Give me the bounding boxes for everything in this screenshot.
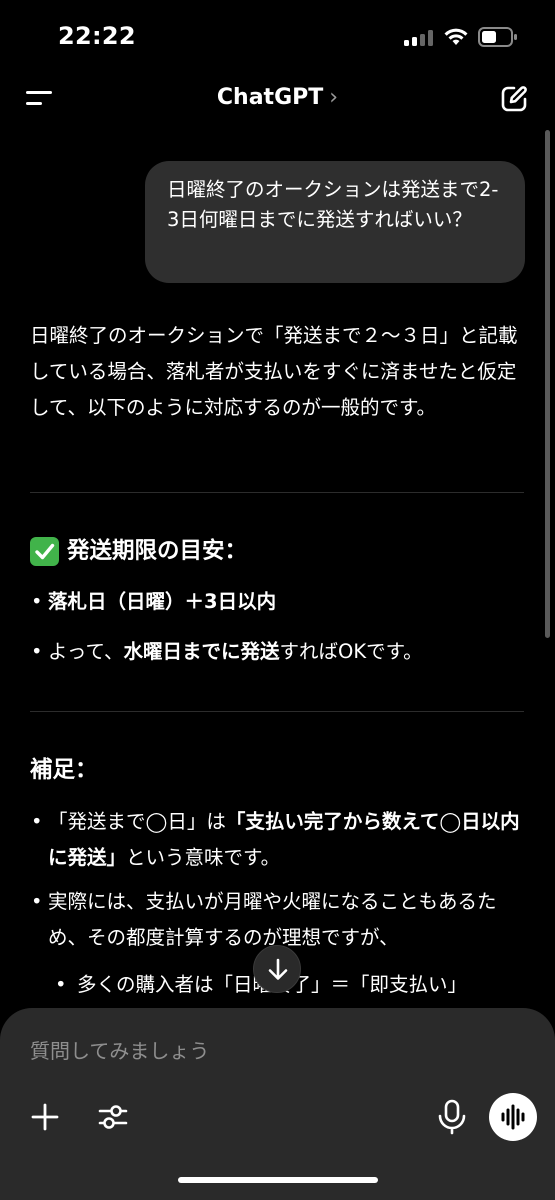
bullet-text-bold: 水曜日までに発送 (123, 640, 280, 663)
nav-bar: ChatGPT › (0, 75, 555, 125)
model-selector[interactable]: ChatGPT › (0, 85, 555, 110)
bullet-text-post: すればOKです。 (279, 640, 423, 663)
section-heading-text: 発送期限の目安： (67, 538, 248, 564)
check-icon (30, 536, 59, 566)
bullet-text: 実際には、支払いが月曜や火曜になることもあるため、その都度計算するのが理想ですが… (48, 890, 497, 949)
wifi-icon (443, 26, 469, 46)
tools-icon[interactable] (96, 1100, 130, 1134)
arrow-down-icon (268, 958, 288, 980)
list-item: • 落札日（日曜）＋3日以内 (30, 584, 530, 620)
divider (30, 492, 524, 493)
assistant-intro: 日曜終了のオークションで「発送まで２〜３日」と記載している場合、落札者が支払いを… (30, 324, 518, 419)
bullet-dot: • (31, 810, 43, 833)
voice-mode-button[interactable] (489, 1093, 537, 1141)
bullet-dot: • (55, 973, 67, 996)
section-heading-text: 補足： (30, 757, 98, 783)
bullet-dot: • (31, 890, 43, 913)
user-message-bubble: 日曜終了のオークションは発送まで2-3日何曜日までに発送すればいい？ (145, 161, 525, 283)
list-item: • 「発送まで◯日」は「支払い完了から数えて◯日以内に発送」という意味です。 (30, 804, 530, 876)
plus-icon[interactable] (28, 1100, 62, 1134)
compose-icon[interactable] (499, 84, 529, 114)
section-heading-deadline: 発送期限の目安： (30, 533, 247, 569)
bullet-text-post: という意味です。 (126, 846, 281, 869)
composer-panel: 質問してみましょう (0, 1008, 555, 1200)
message-input[interactable]: 質問してみましょう (30, 1035, 209, 1064)
home-indicator (178, 1177, 378, 1183)
scrollbar[interactable] (545, 130, 550, 638)
battery-icon (478, 27, 518, 47)
nav-title-text: ChatGPT (216, 85, 324, 110)
bullet-dot: • (31, 590, 43, 613)
bullet-text-pre: よって、 (48, 640, 124, 663)
section-heading-supplement: 補足： (30, 752, 98, 788)
list-item: • よって、水曜日までに発送すればOKです。 (30, 634, 530, 670)
status-bar: 22:22 (0, 0, 555, 75)
scroll-to-bottom-button[interactable] (253, 945, 301, 993)
voice-icon (501, 1104, 525, 1130)
bullet-text: 落札日（日曜）＋3日以内 (48, 590, 277, 613)
bullet-dot: • (31, 640, 43, 663)
bullet-text-pre: 「発送まで◯日」は (48, 810, 226, 833)
status-time: 22:22 (58, 22, 136, 50)
signal-icon (404, 30, 434, 46)
mic-icon[interactable] (436, 1098, 468, 1136)
chevron-right-icon: › (329, 85, 339, 110)
divider (30, 711, 524, 712)
